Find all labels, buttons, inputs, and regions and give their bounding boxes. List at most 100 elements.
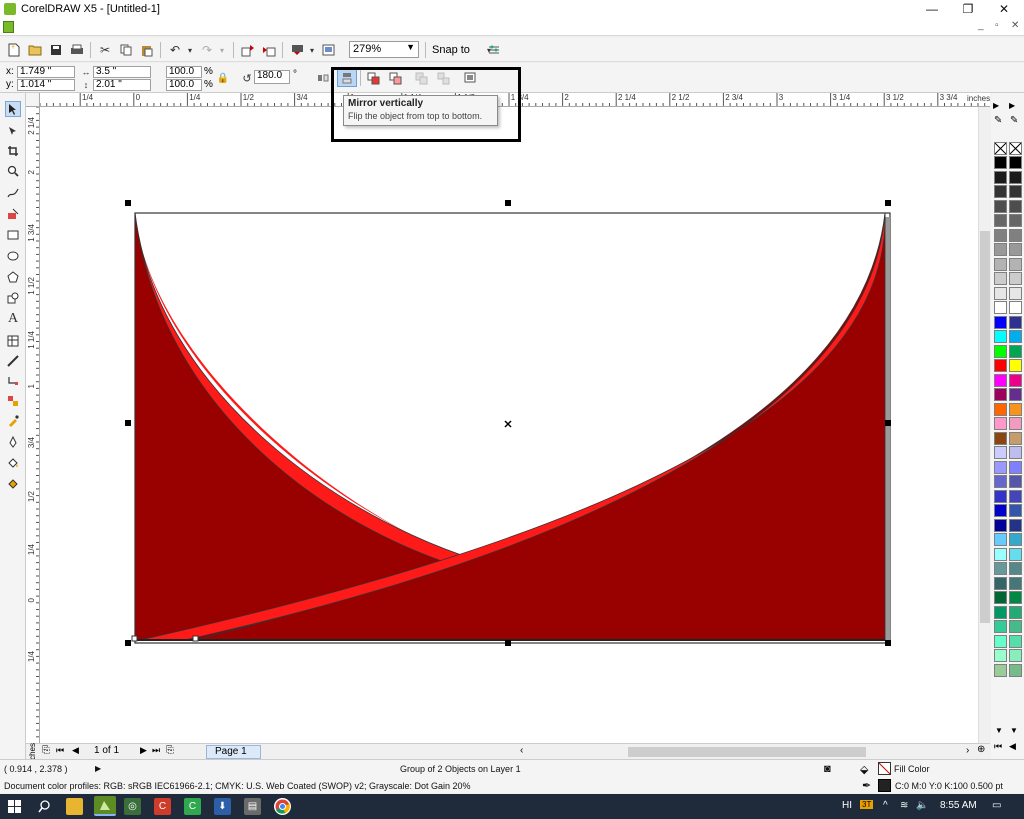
mirror-horizontal-icon[interactable]	[316, 71, 330, 85]
palette-swatch[interactable]	[1009, 388, 1022, 401]
palette-swatch[interactable]	[1009, 533, 1022, 546]
palette-swatch[interactable]	[1009, 359, 1022, 372]
palette-swatch[interactable]	[994, 620, 1007, 633]
palette-swatch[interactable]	[994, 562, 1007, 575]
undo-icon[interactable]: ↶	[167, 42, 183, 58]
import-icon[interactable]	[240, 42, 256, 58]
palette-swatch[interactable]	[1009, 663, 1022, 677]
add-page-after-icon[interactable]: ⎘	[166, 745, 174, 756]
arrange-options-icon[interactable]	[464, 71, 478, 85]
palette-swatch[interactable]	[1009, 156, 1022, 169]
freehand-tool-icon[interactable]	[5, 185, 21, 201]
palette-swatch[interactable]	[1009, 649, 1022, 662]
connector-tool-icon[interactable]	[5, 373, 21, 389]
palette-swatch[interactable]	[1009, 547, 1022, 561]
next-page-icon[interactable]: ▶	[140, 745, 147, 756]
interactive-fill-tool-icon[interactable]	[5, 476, 21, 492]
wifi-icon[interactable]: ≋	[900, 800, 908, 811]
palette-scroll-down-icon[interactable]: ▼	[1010, 726, 1018, 735]
print-icon[interactable]	[69, 42, 85, 58]
palette-swatch[interactable]	[1009, 214, 1022, 227]
palette-swatch[interactable]	[1009, 431, 1022, 445]
palette-swatch[interactable]	[1009, 634, 1022, 648]
palette-first-icon[interactable]: ⏮	[994, 741, 1002, 752]
palette-swatch[interactable]	[1009, 417, 1022, 430]
palette-swatch[interactable]	[994, 170, 1007, 184]
palette-swatch[interactable]	[994, 243, 1007, 256]
object-height-field[interactable]: 2.01 "	[93, 79, 151, 91]
palette-swatch[interactable]	[1009, 286, 1022, 300]
application-launcher-icon[interactable]	[289, 42, 305, 58]
add-page-before-icon[interactable]: ⎘	[42, 745, 50, 756]
page-tab[interactable]: Page 1	[206, 745, 261, 759]
scroll-right-icon[interactable]: ›	[966, 745, 969, 756]
drawing-canvas[interactable]	[40, 107, 978, 743]
palette-swatch[interactable]	[994, 199, 1007, 213]
ruler-origin[interactable]	[26, 93, 40, 107]
lock-ratio-icon[interactable]: 🔒	[216, 71, 230, 85]
tray-app-icon[interactable]: 3T	[860, 800, 874, 809]
palette-swatch[interactable]	[994, 185, 1007, 198]
language-indicator[interactable]: HI	[842, 800, 852, 811]
doc-restore-button[interactable]: ▫	[995, 20, 999, 31]
notifications-icon[interactable]: ▭	[992, 800, 1001, 811]
basic-shapes-tool-icon[interactable]	[5, 290, 21, 306]
palette-swatch[interactable]	[994, 489, 1007, 503]
group-icon[interactable]	[366, 71, 380, 85]
palette-swatch[interactable]	[994, 359, 1007, 372]
play-arrow-icon[interactable]: ▶	[95, 764, 101, 773]
node-handle[interactable]	[192, 635, 199, 642]
palette-swatch[interactable]	[994, 373, 1007, 387]
palette-swatch[interactable]	[994, 446, 1007, 459]
scanner-app-icon[interactable]: ▤	[244, 798, 261, 815]
palette-swatch[interactable]	[994, 576, 1007, 590]
rectangle-tool-icon[interactable]	[5, 227, 21, 243]
object-width-field[interactable]: 3.5 "	[93, 66, 151, 78]
palette-swatch[interactable]	[1009, 562, 1022, 575]
vertical-ruler[interactable]: 2 1/4 2 1 3/4 1 1/2 1 1/4 1 3/4 1/2 1/4 0 1/4	[26, 107, 40, 743]
palette-swatch[interactable]	[994, 272, 1007, 285]
restore-button[interactable]: ❐	[950, 0, 986, 18]
palette-swatch[interactable]	[994, 431, 1007, 445]
file-explorer-icon[interactable]	[66, 798, 83, 815]
blend-tool-icon[interactable]	[5, 393, 21, 409]
outline-pen-tool-icon[interactable]	[5, 434, 21, 450]
palette-swatch[interactable]	[994, 591, 1007, 604]
search-icon[interactable]	[36, 798, 53, 815]
palette-swatch[interactable]	[1009, 489, 1022, 503]
redo-dropdown-icon[interactable]: ▾	[214, 42, 230, 58]
ungroup-icon[interactable]	[388, 71, 402, 85]
palette-swatch[interactable]	[994, 228, 1007, 242]
palette-swatch[interactable]	[1009, 475, 1022, 488]
palette-swatch[interactable]	[994, 649, 1007, 662]
palette-swatch[interactable]	[1009, 330, 1022, 343]
smart-fill-tool-icon[interactable]	[5, 206, 21, 222]
doc-close-button[interactable]: ✕	[1011, 20, 1019, 31]
open-folder-icon[interactable]	[27, 42, 43, 58]
minimize-button[interactable]: —	[914, 0, 950, 18]
scale-y-field[interactable]: 100.0	[166, 79, 202, 91]
palette-swatch[interactable]	[994, 330, 1007, 343]
crop-tool-icon[interactable]	[5, 143, 21, 159]
chrome-browser-icon[interactable]	[274, 798, 291, 815]
new-document-icon[interactable]: +	[6, 42, 22, 58]
y-position-field[interactable]: 1.014 "	[17, 79, 75, 91]
palette-swatch[interactable]	[994, 156, 1007, 169]
palette-swatch[interactable]	[1009, 518, 1022, 532]
polygon-tool-icon[interactable]	[5, 269, 21, 285]
zoom-level-select[interactable]: 279% ▼	[349, 41, 419, 58]
welcome-screen-icon[interactable]	[320, 42, 336, 58]
palette-swatch[interactable]	[994, 475, 1007, 488]
save-icon[interactable]	[48, 42, 64, 58]
navigator-icon[interactable]: ⊕	[977, 744, 985, 755]
palette-swatch[interactable]	[1009, 243, 1022, 256]
color-profiles[interactable]: Document color profiles: RGB: sRGB IEC61…	[4, 781, 471, 791]
palette-scroll-down-icon[interactable]: ▼	[995, 726, 1003, 735]
horizontal-scrollbar-thumb[interactable]	[628, 747, 866, 757]
palette-swatch[interactable]	[1009, 446, 1022, 459]
palette-swatch[interactable]	[1009, 199, 1022, 213]
vertical-scrollbar[interactable]	[978, 107, 990, 743]
text-tool-icon[interactable]: A	[5, 311, 21, 327]
scroll-left-icon[interactable]: ‹	[520, 745, 523, 756]
color-proof-icon[interactable]: ◙	[824, 763, 831, 775]
